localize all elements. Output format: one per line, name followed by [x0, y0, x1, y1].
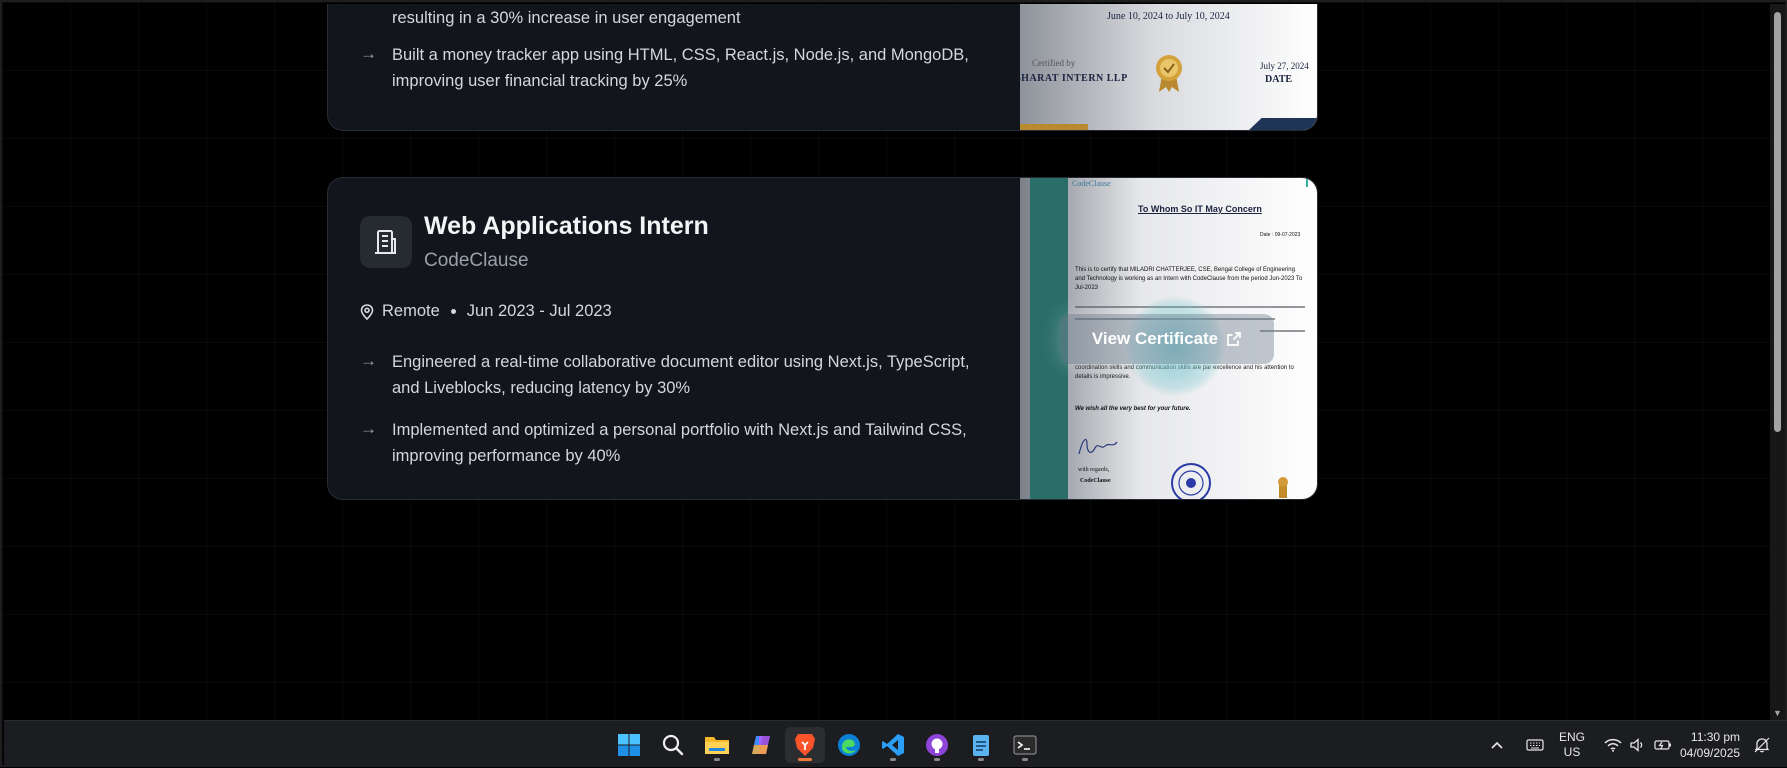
- running-indicator: [890, 758, 896, 761]
- company-name: CodeClause: [424, 250, 529, 271]
- experience-card-content: Web Applications Intern CodeClause Remot…: [328, 178, 1020, 499]
- keyboard-icon: [1526, 738, 1544, 751]
- emblem-icon: [1278, 477, 1288, 498]
- taskbar-edge-browser[interactable]: [829, 727, 869, 763]
- certificate-issuer: BHARAT INTERN LLP: [1020, 73, 1128, 84]
- certificate-date-label: DATE: [1265, 74, 1293, 85]
- show-hidden-icons-button[interactable]: [1490, 721, 1504, 768]
- experience-bullet: → Implemented and optimized a personal p…: [360, 417, 980, 469]
- volume-icon: [1630, 737, 1643, 752]
- language-code: ENG: [1559, 729, 1586, 744]
- taskbar: ENG US 11:30 pm 04/09/2025: [4, 720, 1787, 767]
- certificate-wish: We wish all the very best for your futur…: [1075, 406, 1191, 412]
- browser-viewport: resulting in a 30% increase in user enga…: [4, 4, 1771, 720]
- chevron-up-icon: [1491, 741, 1503, 749]
- certificate-thumbnail-previous[interactable]: June 10, 2024 to July 10, 2024 Certified…: [1020, 4, 1317, 130]
- scroll-down-arrow-icon[interactable]: ▼: [1773, 708, 1782, 718]
- scrollbar-thumb[interactable]: [1774, 12, 1781, 432]
- certificate-certified-by: Certified by: [1032, 58, 1076, 68]
- experience-bullet: → Built a money tracker app using HTML, …: [360, 42, 980, 94]
- keyboard-button[interactable]: [1526, 721, 1544, 768]
- clock-time: 11:30 pm: [1690, 729, 1741, 744]
- vscode-icon: [882, 734, 904, 756]
- folder-icon: [705, 737, 729, 754]
- experience-bullet: resulting in a 30% increase in user enga…: [360, 5, 980, 31]
- signature-icon: [1078, 438, 1118, 455]
- terminal-icon: [1013, 735, 1037, 755]
- arrow-right-icon: →: [360, 419, 377, 438]
- certificate-date-value: July 27, 2024: [1260, 61, 1309, 71]
- arrow-right-icon: →: [360, 44, 377, 63]
- copilot-icon: [752, 736, 770, 754]
- running-indicator: [714, 758, 720, 761]
- bullet-text: Engineered a real-time collaborative doc…: [392, 353, 970, 397]
- battery-charging-icon: [1654, 739, 1671, 750]
- certificate-decor-tick: [1306, 178, 1308, 187]
- job-meta: Remote Jun 2023 - Jul 2023: [360, 302, 612, 321]
- notification-bell-icon: [1754, 737, 1770, 752]
- taskbar-copilot[interactable]: [741, 727, 781, 763]
- company-seal-icon: [1171, 463, 1211, 499]
- company-logo: [360, 216, 412, 268]
- view-certificate-button[interactable]: View Certificate: [1060, 314, 1274, 364]
- certificate-brand: CodeClause: [1072, 179, 1111, 188]
- notifications-button[interactable]: [1754, 721, 1770, 768]
- certificate-heading: To Whom So IT May Concern: [1138, 204, 1262, 214]
- taskbar-file-explorer[interactable]: [697, 727, 737, 763]
- start-button[interactable]: [609, 727, 649, 763]
- separator-dot: [450, 309, 456, 314]
- award-seal-icon: [1156, 55, 1182, 92]
- experience-card-previous-content: resulting in a 30% increase in user enga…: [328, 4, 1020, 130]
- certificate-signoff: CodeClause: [1080, 478, 1111, 484]
- external-link-icon: [1227, 332, 1241, 346]
- running-indicator: [1022, 758, 1028, 761]
- active-indicator: [798, 758, 812, 761]
- quick-settings[interactable]: [1604, 721, 1672, 768]
- notepad-icon: [973, 735, 989, 756]
- running-indicator: [978, 758, 984, 761]
- experience-card-previous: resulting in a 30% increase in user enga…: [327, 4, 1318, 131]
- taskbar-vscode[interactable]: [873, 727, 913, 763]
- region-code: US: [1563, 744, 1581, 759]
- certificate-body: This is to certify that MILADRI CHATTERJ…: [1075, 267, 1303, 291]
- certificate-decor-gold: [1020, 124, 1088, 130]
- taskbar-notepad[interactable]: [961, 727, 1001, 763]
- view-certificate-label: View Certificate: [1091, 329, 1219, 348]
- search-icon: [662, 734, 684, 756]
- certificate-thumbnail[interactable]: CodeClause To Whom So IT May Concern Dat…: [1020, 178, 1317, 499]
- github-icon: [926, 734, 948, 756]
- bullet-text: resulting in a 30% increase in user enga…: [392, 9, 741, 27]
- brave-lion-icon: [795, 734, 815, 756]
- clock-button[interactable]: 11:30 pm 04/09/2025: [1680, 721, 1740, 768]
- bullet-text: Implemented and optimized a personal por…: [392, 421, 967, 465]
- taskbar-github-desktop[interactable]: [917, 727, 957, 763]
- wifi-icon: [1604, 738, 1622, 752]
- building-icon: [375, 230, 396, 254]
- page-scrollbar[interactable]: ▼: [1770, 4, 1785, 720]
- certificate-regards: with regards,: [1078, 467, 1110, 473]
- experience-card: Web Applications Intern CodeClause Remot…: [327, 177, 1318, 500]
- taskbar-search[interactable]: [653, 727, 693, 763]
- taskbar-terminal[interactable]: [1005, 727, 1045, 763]
- job-period: Jun 2023 - Jul 2023: [466, 302, 612, 320]
- arrow-right-icon: →: [360, 351, 377, 370]
- taskbar-brave-browser[interactable]: [785, 727, 825, 763]
- windows-logo-icon: [618, 734, 640, 756]
- job-title: Web Applications Intern: [424, 212, 709, 240]
- clock-date: 04/09/2025: [1680, 745, 1741, 760]
- certificate-dates: June 10, 2024 to July 10, 2024: [1107, 11, 1230, 22]
- running-indicator: [934, 758, 940, 761]
- arrow-right-icon: [360, 5, 378, 31]
- job-location: Remote: [382, 302, 440, 320]
- desktop-screen: resulting in a 30% increase in user enga…: [0, 0, 1787, 767]
- location-pin-icon: [360, 303, 374, 320]
- bullet-text: Built a money tracker app using HTML, CS…: [392, 46, 969, 90]
- certificate-date-line: Date : 09-07-2023: [1260, 232, 1301, 238]
- language-indicator[interactable]: ENG US: [1559, 721, 1585, 768]
- edge-icon: [838, 734, 860, 756]
- experience-bullet: → Engineered a real-time collaborative d…: [360, 349, 980, 401]
